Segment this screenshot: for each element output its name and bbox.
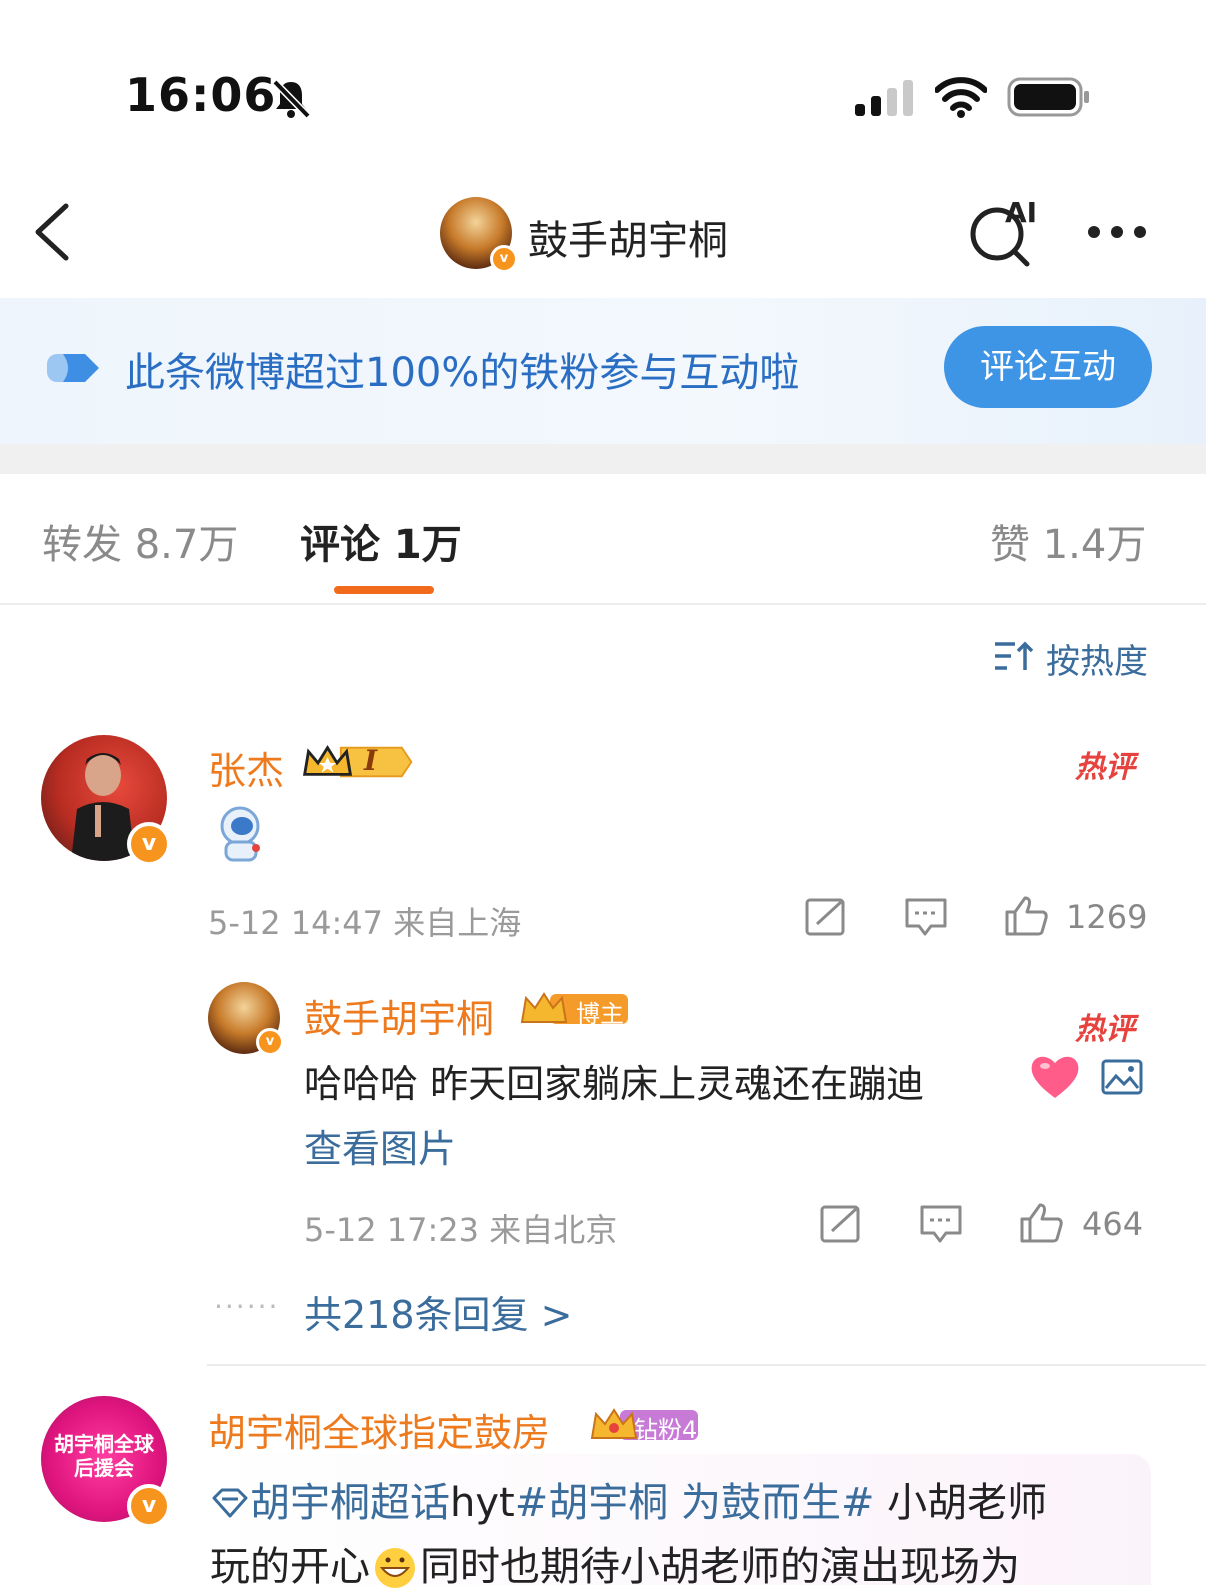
tab-comments[interactable]: 评论 1万: [300, 512, 462, 570]
hot-reply-tag: 热评: [1075, 1012, 1135, 1047]
banner-text: 此条微博超过100%的铁粉参与互动啦: [125, 350, 800, 396]
cellular-signal-icon: [855, 80, 913, 116]
wifi-icon: [935, 77, 987, 118]
reply-text: 哈哈哈 昨天回家躺床上灵魂还在蹦迪: [304, 1062, 925, 1106]
comment-text: 小胡老师: [874, 1480, 1048, 1526]
tabs-divider: [0, 603, 1206, 605]
crown-level-badge-icon: [302, 745, 413, 778]
fan-badge-label: 钻粉4: [634, 1416, 698, 1444]
reply-comment-icon[interactable]: [918, 1203, 964, 1245]
sort-by-heat[interactable]: 按热度: [1046, 634, 1148, 683]
verified-badge-icon: v: [256, 1028, 284, 1056]
image-icon[interactable]: [1100, 1058, 1144, 1096]
topic-suffix: hyt: [450, 1480, 515, 1526]
blogger-badge-label: 博主: [576, 1000, 624, 1028]
like-thumb-icon[interactable]: [1018, 1201, 1064, 1243]
repost-icon[interactable]: [803, 896, 849, 938]
fan-interaction-icon: [47, 354, 99, 382]
comment-separator: [207, 1364, 1206, 1366]
super-topic-diamond-icon: [212, 1488, 248, 1518]
commenter-name[interactable]: 张杰: [208, 740, 284, 795]
like-count: 1269: [1066, 898, 1148, 936]
comment-text-line1: 胡宇桐超话hyt#胡宇桐 为鼓而生# 小胡老师: [210, 1470, 1047, 1528]
verified-badge-icon: v: [490, 245, 518, 273]
sort-icon[interactable]: [993, 640, 1035, 672]
super-topic-link[interactable]: 胡宇桐超话: [250, 1480, 450, 1526]
like-thumb-icon[interactable]: [1003, 894, 1049, 936]
astronaut-emoji-icon: [220, 806, 260, 862]
ai-search-button[interactable]: AI: [965, 196, 1045, 268]
commenter-name[interactable]: 胡宇桐全球指定鼓房: [208, 1402, 550, 1457]
comment-time-location: 5-12 14:47 来自上海: [208, 904, 522, 942]
grin-emoji-icon: [375, 1548, 415, 1588]
ai-label: AI: [1005, 196, 1038, 229]
verified-badge-icon: v: [127, 1484, 171, 1528]
header-avatar[interactable]: v: [440, 197, 518, 273]
reply-comment-icon[interactable]: [903, 896, 949, 938]
page-title: 鼓手胡宇桐: [528, 218, 728, 264]
reply-avatar[interactable]: v: [208, 982, 284, 1056]
battery-icon: [1007, 77, 1089, 117]
reply-author-name[interactable]: 鼓手胡宇桐: [304, 988, 494, 1043]
comment-text: 同时也期待小胡老师的演出现场为: [420, 1544, 1020, 1590]
hot-comment-tag: 热评: [1075, 750, 1135, 785]
comment-text: 玩的开心: [210, 1544, 370, 1590]
level-label: I: [364, 744, 378, 777]
status-time: 16:06: [125, 68, 277, 122]
view-image-link[interactable]: 查看图片: [304, 1118, 456, 1173]
active-tab-indicator: [334, 586, 434, 594]
hashtag-link[interactable]: #胡宇桐 为鼓而生#: [515, 1480, 875, 1526]
avatar-logo-text: 胡宇桐全球后援会: [54, 1432, 154, 1480]
comment-text-line2: 玩的开心 同时也期待小胡老师的演出现场为: [210, 1534, 1020, 1592]
back-chevron-icon[interactable]: [30, 200, 78, 264]
reply-time-location: 5-12 17:23 来自北京: [304, 1211, 618, 1249]
heart-emoji-icon: [1031, 1056, 1079, 1098]
mute-bell-icon: [272, 79, 311, 119]
more-options-icon[interactable]: [1082, 210, 1152, 250]
view-all-replies-link[interactable]: 共218条回复 >: [304, 1284, 572, 1339]
verified-badge-icon: v: [127, 822, 171, 866]
comment-interact-button[interactable]: 评论互动: [944, 326, 1152, 408]
thread-dots: ······: [214, 1290, 280, 1323]
reply-like-count: 464: [1082, 1205, 1144, 1243]
repost-icon[interactable]: [818, 1203, 864, 1245]
tab-repost[interactable]: 转发 8.7万: [42, 512, 238, 570]
tab-likes[interactable]: 赞 1.4万: [990, 512, 1146, 570]
section-divider: [0, 444, 1206, 474]
